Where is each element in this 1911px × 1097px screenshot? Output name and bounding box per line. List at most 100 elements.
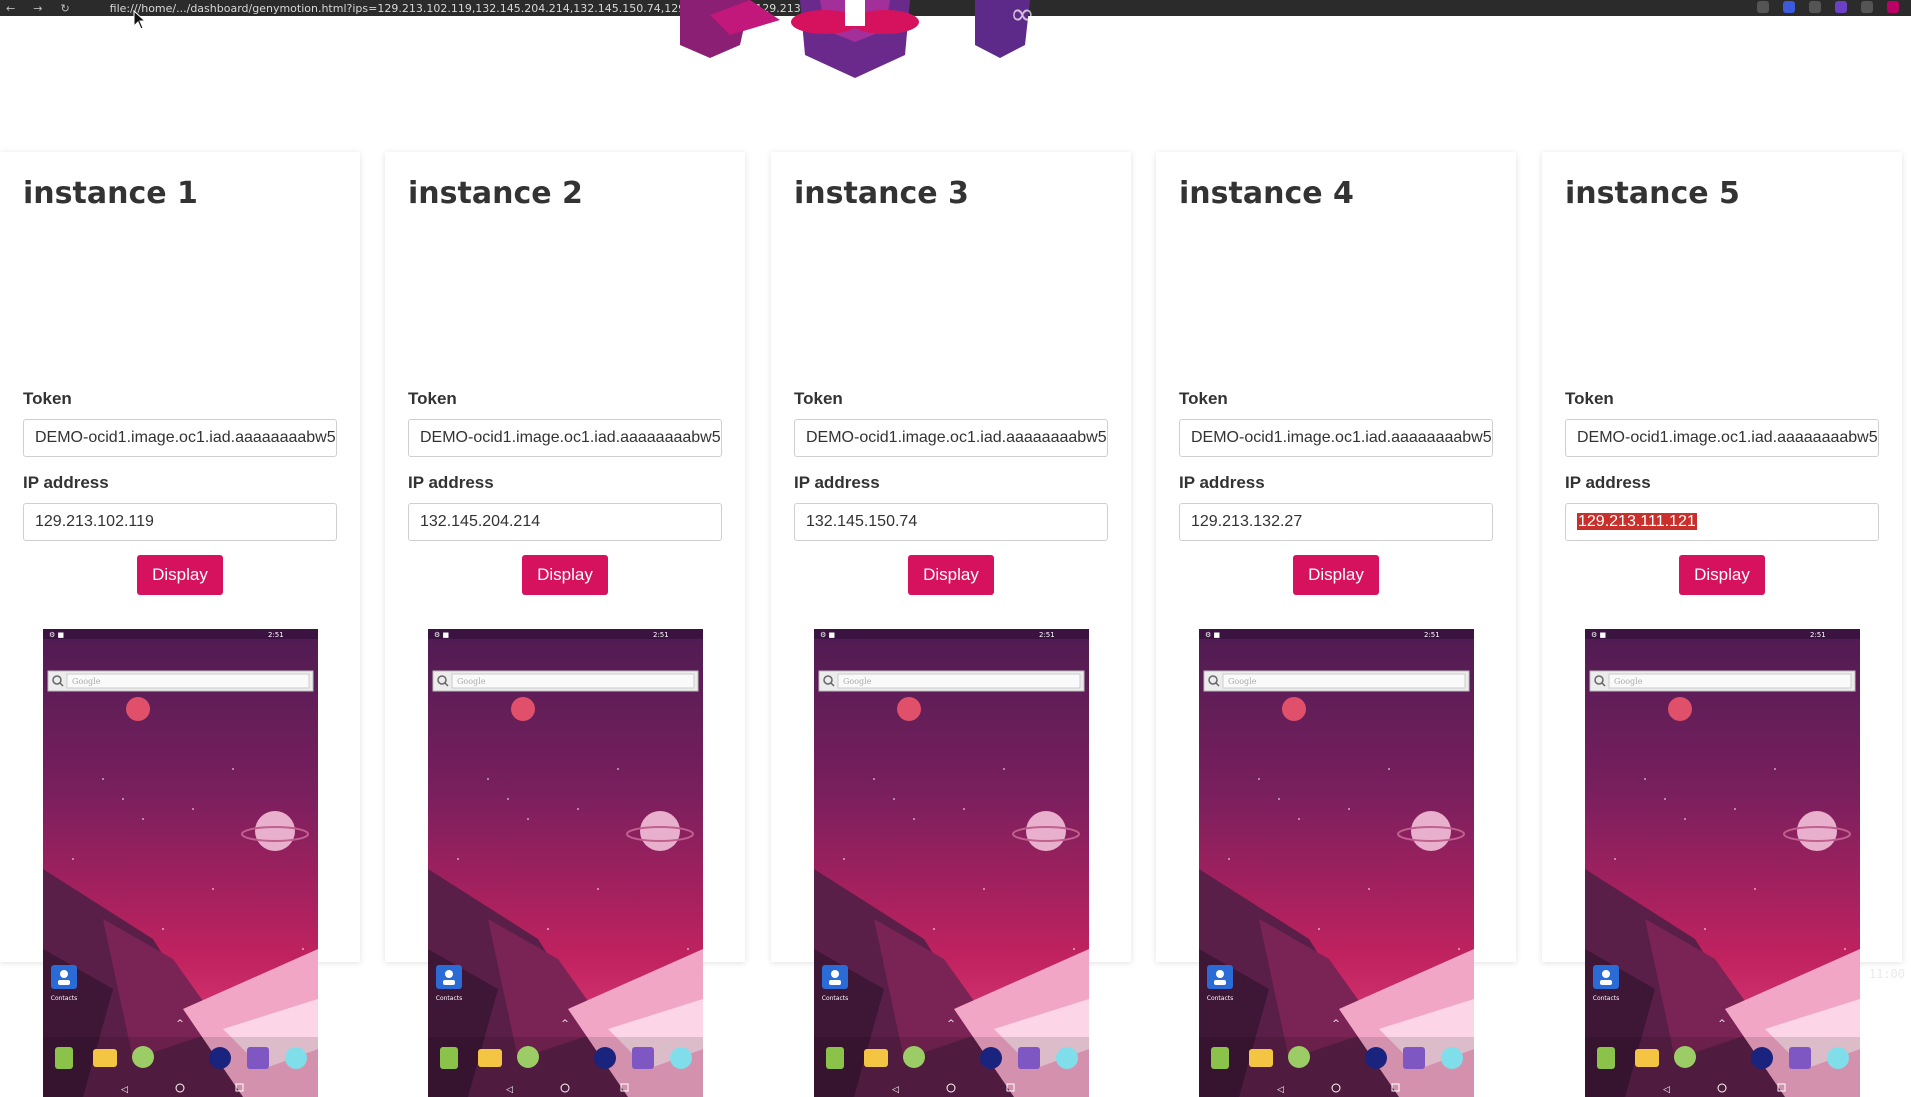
app-icon[interactable] [55, 1047, 73, 1069]
token-input[interactable]: DEMO-ocid1.image.oc1.iad.aaaaaaaabw5 [1179, 419, 1493, 457]
back-nav-icon[interactable]: ◁ [121, 1085, 128, 1095]
android-screen-preview[interactable]: ⚙ ■ 2:51 Google Contacts ^ ◁ [1199, 629, 1474, 1097]
back-nav-icon[interactable]: ◁ [1277, 1085, 1284, 1095]
display-button[interactable]: Display [522, 555, 608, 595]
ip-address-label: IP address [794, 473, 880, 492]
ip-address-input[interactable]: 132.145.204.214 [408, 503, 722, 541]
star-icon[interactable] [1757, 1, 1769, 13]
google-search-bar[interactable] [837, 673, 1081, 689]
instance-title: instance 3 [794, 176, 969, 211]
email-app-icon[interactable] [864, 1049, 888, 1067]
token-label: Token [1179, 389, 1228, 408]
ip-address-input[interactable]: 129.213.102.119 [23, 503, 337, 541]
browser-app-icon[interactable] [1827, 1047, 1849, 1069]
back-nav-icon[interactable]: ◁ [892, 1085, 899, 1095]
svg-text:Google: Google [1228, 677, 1257, 686]
ip-address-value: 129.213.111.121 [1577, 513, 1697, 530]
android-app-icon[interactable] [903, 1046, 925, 1068]
display-button[interactable]: Display [908, 555, 994, 595]
ip-address-label: IP address [23, 473, 109, 492]
forward-icon[interactable]: → [33, 2, 42, 15]
status-bar-clock: 2:51 [1424, 631, 1440, 639]
back-icon[interactable]: ← [6, 2, 15, 15]
token-input[interactable]: DEMO-ocid1.image.oc1.iad.aaaaaaaabw5 [1565, 419, 1879, 457]
app-drawer-chevron-icon[interactable]: ^ [947, 1019, 955, 1029]
android-app-icon[interactable] [132, 1046, 154, 1068]
email-app-icon[interactable] [1635, 1049, 1659, 1067]
music-app-icon[interactable] [1365, 1047, 1387, 1069]
email-app-icon[interactable] [93, 1049, 117, 1067]
status-bar-clock: 2:51 [1810, 631, 1826, 639]
music-app-icon[interactable] [1751, 1047, 1773, 1069]
android-app-icon[interactable] [1288, 1046, 1310, 1068]
gallery-app-icon[interactable] [632, 1047, 654, 1069]
svg-text:Google: Google [843, 677, 872, 686]
app-drawer-chevron-icon[interactable]: ^ [1718, 1019, 1726, 1029]
back-nav-icon[interactable]: ◁ [506, 1085, 513, 1095]
app-drawer-chevron-icon[interactable]: ^ [561, 1019, 569, 1029]
gallery-app-icon[interactable] [247, 1047, 269, 1069]
gallery-app-icon[interactable] [1789, 1047, 1811, 1069]
android-screen-preview[interactable]: ⚙ ■ 2:51 Google Contacts ^ ◁ [1585, 629, 1860, 1097]
google-search-bar[interactable] [1608, 673, 1852, 689]
browser-app-icon[interactable] [1056, 1047, 1078, 1069]
app-icon[interactable] [1597, 1047, 1615, 1069]
reload-icon[interactable]: ↻ [60, 2, 69, 15]
gallery-app-icon[interactable] [1403, 1047, 1425, 1069]
extension-icon[interactable] [1835, 1, 1847, 13]
svg-text:Google: Google [72, 677, 101, 686]
ip-address-value: 132.145.150.74 [806, 513, 918, 530]
planet-ringed-icon [1411, 811, 1451, 851]
contacts-app-label: Contacts [1207, 995, 1233, 1002]
instance-title: instance 4 [1179, 176, 1354, 211]
display-button[interactable]: Display [1293, 555, 1379, 595]
planet-ringed-icon [1026, 811, 1066, 851]
token-input[interactable]: DEMO-ocid1.image.oc1.iad.aaaaaaaabw5 [408, 419, 722, 457]
svg-text:Google: Google [1614, 677, 1643, 686]
browser-app-icon[interactable] [1441, 1047, 1463, 1069]
planet-ringed-icon [1797, 811, 1837, 851]
google-search-bar[interactable] [66, 673, 310, 689]
google-search-bar[interactable] [1222, 673, 1466, 689]
gallery-app-icon[interactable] [1018, 1047, 1040, 1069]
android-screen-preview[interactable]: ⚙ ■ 2:51 Google Contacts ^ ◁ [43, 629, 318, 1097]
planet-ringed-icon [640, 811, 680, 851]
music-app-icon[interactable] [209, 1047, 231, 1069]
android-app-icon[interactable] [1674, 1046, 1696, 1068]
google-search-bar[interactable] [451, 673, 695, 689]
browser-app-icon[interactable] [670, 1047, 692, 1069]
ip-address-input[interactable]: 129.213.111.121 [1565, 503, 1879, 541]
instance-card-1: instance 1 Token DEMO-ocid1.image.oc1.ia… [0, 152, 360, 1097]
email-app-icon[interactable] [478, 1049, 502, 1067]
app-drawer-chevron-icon[interactable]: ^ [1332, 1019, 1340, 1029]
planet-ringed-icon [255, 811, 295, 851]
contacts-app-label: Contacts [51, 995, 77, 1002]
music-app-icon[interactable] [980, 1047, 1002, 1069]
android-app-icon[interactable] [517, 1046, 539, 1068]
extension-icon[interactable] [1861, 1, 1873, 13]
token-input[interactable]: DEMO-ocid1.image.oc1.iad.aaaaaaaabw5 [794, 419, 1108, 457]
status-bar-clock: 2:51 [653, 631, 669, 639]
display-button[interactable]: Display [1679, 555, 1765, 595]
token-input[interactable]: DEMO-ocid1.image.oc1.iad.aaaaaaaabw5 [23, 419, 337, 457]
app-icon[interactable] [440, 1047, 458, 1069]
back-nav-icon[interactable]: ◁ [1663, 1085, 1670, 1095]
instance-card-2: instance 2 Token DEMO-ocid1.image.oc1.ia… [385, 152, 745, 1097]
browser-app-icon[interactable] [285, 1047, 307, 1069]
ip-address-input[interactable]: 132.145.150.74 [794, 503, 1108, 541]
clock-watermark: 11:00 [1868, 967, 1905, 981]
extension-icon[interactable] [1809, 1, 1821, 13]
email-app-icon[interactable] [1249, 1049, 1273, 1067]
display-button[interactable]: Display [137, 555, 223, 595]
status-bar-icons: ⚙ ■ [1591, 631, 1606, 639]
app-icon[interactable] [826, 1047, 844, 1069]
extension-icon[interactable] [1783, 1, 1795, 13]
android-screen-preview[interactable]: ⚙ ■ 2:51 Google Contacts ^ ◁ [428, 629, 703, 1097]
app-icon[interactable] [1211, 1047, 1229, 1069]
app-drawer-chevron-icon[interactable]: ^ [176, 1019, 184, 1029]
token-label: Token [23, 389, 72, 408]
avatar[interactable] [1887, 1, 1899, 13]
music-app-icon[interactable] [594, 1047, 616, 1069]
ip-address-input[interactable]: 129.213.132.27 [1179, 503, 1493, 541]
android-screen-preview[interactable]: ⚙ ■ 2:51 Google Contacts ^ ◁ [814, 629, 1089, 1097]
